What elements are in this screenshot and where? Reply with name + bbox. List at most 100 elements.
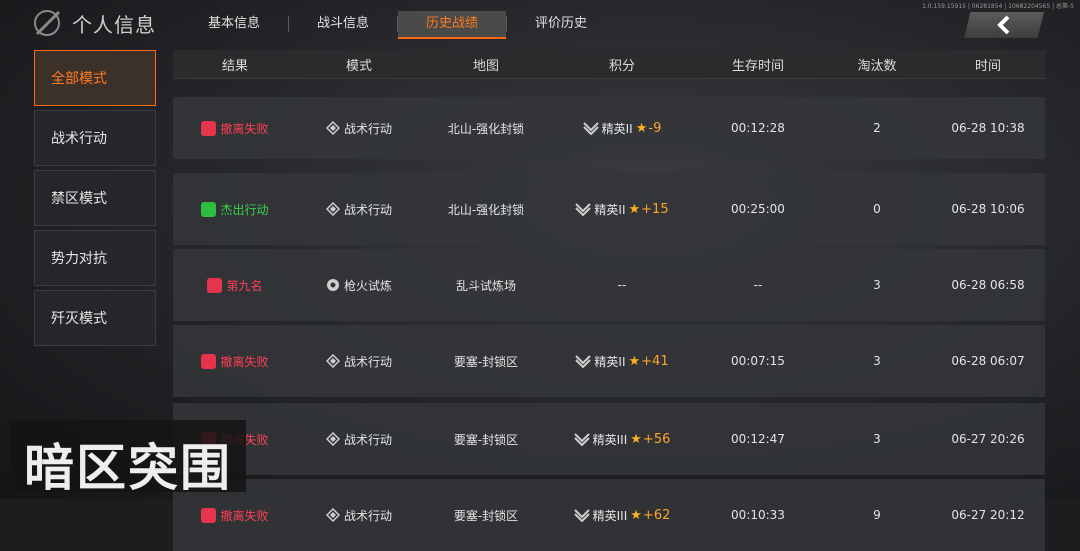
watermark: 暗区突围 — [10, 420, 246, 497]
survive-time-cell: 00:10:33 — [731, 508, 785, 522]
rank-text: -- — [617, 278, 627, 292]
star-icon: ★ — [628, 201, 641, 217]
version-info: 1.0.159.15915 | 06281854 | 10682204565 |… — [922, 3, 1074, 10]
kills-cell: 9 — [873, 508, 881, 522]
column-header-kills: 淘汰数 — [857, 58, 897, 74]
time-cell: 06-28 06:58 — [951, 278, 1025, 292]
game-logo-icon — [32, 8, 66, 38]
table-row[interactable]: 撤离失败 战术行动 要塞-封锁区 精英III ★ +62 00:10:33 9 0… — [173, 479, 1045, 551]
time-cell: 06-28 06:07 — [951, 354, 1025, 368]
score-cell: 精英II ★ -9 — [551, 120, 693, 137]
mode-cell: 战术行动 — [297, 120, 421, 137]
result-cell: 撤离失败 — [173, 353, 297, 370]
sidebar-item-tactical[interactable]: 战术行动 — [34, 110, 156, 166]
table-row[interactable]: 撤离失败 战术行动 要塞-封锁区 精英III ★+56 00:12:47 3 0… — [173, 403, 1045, 475]
rank-chevron-icon — [575, 354, 592, 369]
mode-text: 枪火试炼 — [343, 278, 392, 293]
result-text: 第九名 — [226, 278, 263, 293]
thumbs-up-icon — [201, 201, 217, 217]
score-cell: 精英III ★ +56 — [551, 431, 693, 448]
tab-basic-info[interactable]: 基本信息 — [180, 11, 288, 37]
survive-time-cell: 00:12:28 — [731, 121, 785, 135]
result-badge-icon — [207, 277, 223, 293]
result-cell: 第九名 — [173, 277, 297, 294]
survive-time-cell: 00:12:47 — [731, 432, 785, 446]
mode-text: 战术行动 — [343, 121, 392, 136]
sidebar-item-annihilation[interactable]: 歼灭模式 — [34, 290, 156, 346]
title-area: 个人信息 — [32, 8, 156, 38]
result-text: 撤离失败 — [220, 508, 269, 523]
mode-cell: 战术行动 — [297, 353, 421, 370]
column-header-map: 地图 — [472, 58, 499, 74]
rank-text: 精英II — [594, 202, 626, 217]
rank-text: 精英II — [594, 354, 626, 369]
history-table: 结果 模式 地图 积分 生存时间 淘汰数 时间 撤离失败 战术行动 北山-强化封… — [173, 50, 1045, 551]
tab-review-history[interactable]: 评价历史 — [507, 11, 615, 37]
result-cell: 撤离失败 — [173, 120, 297, 137]
score-change: +62 — [642, 507, 671, 523]
rank-chevron-icon — [573, 508, 590, 523]
tab-battle-info[interactable]: 战斗信息 — [289, 11, 397, 37]
result-badge-icon — [201, 507, 217, 523]
sidebar-item-faction[interactable]: 势力对抗 — [34, 230, 156, 286]
mode-icon — [325, 353, 341, 369]
page-title: 个人信息 — [72, 12, 156, 37]
tab-history[interactable]: 历史战绩 — [398, 11, 506, 39]
tab-bar: 基本信息 战斗信息 历史战绩 评价历史 — [180, 11, 615, 39]
column-header-score: 积分 — [608, 58, 635, 74]
score-cell: -- — [551, 278, 693, 292]
star-icon: ★ — [630, 507, 642, 523]
star-icon: ★ — [630, 431, 642, 447]
map-cell: 要塞-封锁区 — [453, 508, 519, 523]
rank-text: 精英III — [592, 508, 628, 523]
kills-cell: 0 — [873, 202, 881, 216]
kills-cell: 3 — [873, 354, 881, 368]
table-row[interactable]: 杰出行动 战术行动 北山-强化封锁 精英II ★ +15 00:25:00 0 0… — [173, 173, 1045, 245]
rank-chevron-icon — [582, 121, 599, 136]
mode-text: 战术行动 — [343, 354, 392, 369]
table-row[interactable]: 撤离失败 战术行动 要塞-封锁区 精英II ★ +41 00:07:15 3 06… — [173, 325, 1045, 397]
star-icon: ★ — [628, 353, 641, 369]
score-change: +15 — [641, 201, 669, 217]
mode-sidebar: 全部模式 战术行动 禁区模式 势力对抗 歼灭模式 — [34, 50, 164, 350]
rank-text: 精英III — [592, 432, 628, 447]
mode-text: 战术行动 — [343, 508, 392, 523]
watermark-text: 暗区突围 — [24, 439, 232, 497]
score-cell: 精英II ★ +41 — [551, 353, 693, 370]
column-header-time: 时间 — [974, 58, 1001, 74]
rank-chevron-icon — [575, 202, 592, 217]
column-header-result: 结果 — [221, 58, 248, 74]
sidebar-item-all-modes[interactable]: 全部模式 — [34, 50, 156, 106]
kills-cell: 3 — [873, 278, 881, 292]
mode-cell: 战术行动 — [297, 201, 421, 218]
mode-icon — [325, 507, 341, 523]
score-change: +41 — [641, 353, 669, 369]
mode-cell: 枪火试炼 — [297, 277, 421, 294]
rank-text: 精英II — [601, 121, 633, 136]
map-cell: 北山-强化封锁 — [447, 202, 525, 217]
score-cell: 精英III ★ +62 — [551, 507, 693, 524]
sidebar-item-restricted[interactable]: 禁区模式 — [34, 170, 156, 226]
result-text: 杰出行动 — [220, 202, 269, 217]
map-cell: 北山-强化封锁 — [447, 121, 525, 136]
score-change: +56 — [642, 431, 671, 447]
kills-cell: 3 — [873, 432, 881, 446]
table-row[interactable]: 撤离失败 战术行动 北山-强化封锁 精英II ★ -9 00:12:28 2 06… — [173, 97, 1045, 159]
score-change: -9 — [648, 120, 662, 136]
mode-icon — [325, 431, 341, 447]
survive-time-cell: 00:25:00 — [731, 202, 785, 216]
time-cell: 06-27 20:26 — [951, 432, 1025, 446]
mode-cell: 战术行动 — [297, 507, 421, 524]
mode-text: 战术行动 — [343, 202, 392, 217]
mode-icon — [325, 201, 341, 217]
score-cell: 精英II ★ +15 — [551, 201, 693, 218]
mode-text: 战术行动 — [343, 432, 392, 447]
survive-time-cell: -- — [753, 278, 763, 292]
back-button[interactable] — [964, 12, 1044, 38]
table-row[interactable]: 第九名 枪火试炼 乱斗试炼场 -- -- 3 06-28 06:58 — [173, 249, 1045, 321]
table-header: 结果 模式 地图 积分 生存时间 淘汰数 时间 — [173, 50, 1045, 79]
star-icon: ★ — [635, 120, 648, 136]
mode-cell: 战术行动 — [297, 431, 421, 448]
result-badge-icon — [201, 120, 217, 136]
chevron-left-icon — [997, 15, 1010, 35]
